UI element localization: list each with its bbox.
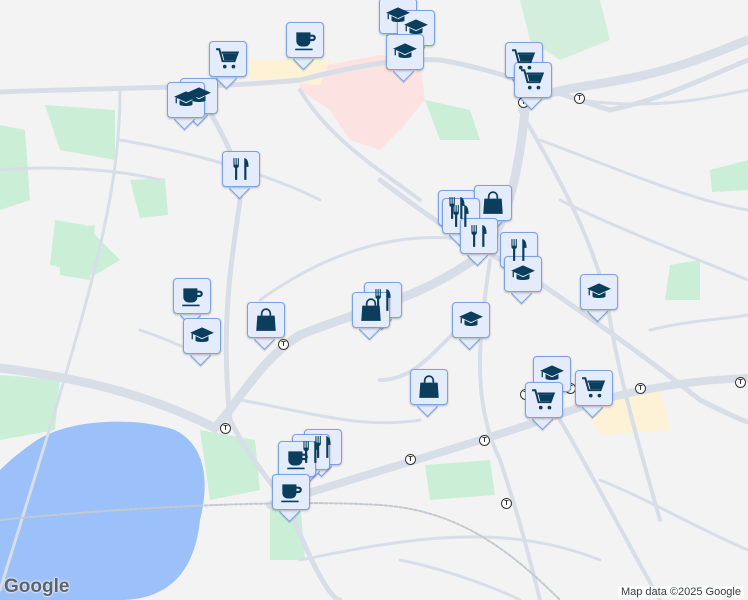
place-marker-bag[interactable] [247,302,285,351]
fork-knife-icon [506,237,532,263]
coffee-cup-icon [179,283,205,309]
transit-station-icon[interactable]: T [479,435,490,446]
shopping-bag-icon [416,374,442,400]
transit-station-icon[interactable]: T [635,383,646,394]
place-marker-food[interactable] [222,151,260,200]
place-marker-coffee[interactable] [272,474,310,523]
coffee-cup-icon [284,446,310,472]
transit-station-icon[interactable]: T [405,454,416,465]
transit-station-icon[interactable]: T [220,423,231,434]
place-marker-grad[interactable] [580,274,618,323]
graduation-cap-icon [510,261,536,287]
shopping-cart-icon [215,46,241,72]
shopping-bag-icon [253,307,279,333]
place-marker-cart[interactable] [525,382,563,431]
fork-knife-icon [466,223,492,249]
place-marker-bag[interactable] [410,369,448,418]
google-logo[interactable]: Google [4,576,69,598]
graduation-cap-icon [189,323,215,349]
coffee-cup-icon [292,27,318,53]
place-marker-grad[interactable] [452,302,490,351]
graduation-cap-icon [539,361,565,387]
graduation-cap-icon [173,87,199,113]
place-marker-grad[interactable] [183,318,221,367]
shopping-bag-icon [358,297,384,323]
place-marker-grad[interactable] [504,256,542,305]
shopping-cart-icon [520,67,546,93]
shopping-cart-icon [531,387,557,413]
map-attribution[interactable]: Map data ©2025 Google [617,586,744,598]
place-marker-cart[interactable] [514,62,552,111]
fork-knife-icon [228,156,254,182]
graduation-cap-icon [403,15,429,41]
graduation-cap-icon [392,39,418,65]
transit-station-icon[interactable]: T [574,93,585,104]
transit-station-icon[interactable]: T [735,377,746,388]
place-marker-coffee[interactable] [286,22,324,71]
shopping-cart-icon [581,375,607,401]
graduation-cap-icon [586,279,612,305]
place-marker-cart[interactable] [575,370,613,419]
transit-station-icon[interactable]: T [501,498,512,509]
coffee-cup-icon [278,479,304,505]
place-marker-food[interactable] [460,218,498,267]
shopping-bag-icon [480,190,506,216]
graduation-cap-icon [458,307,484,333]
